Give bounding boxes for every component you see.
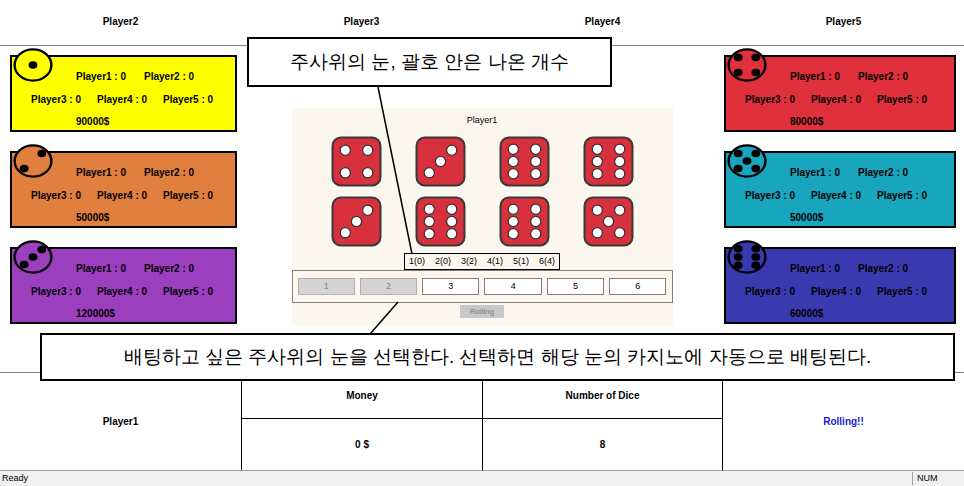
bet-label: Player4 : 0 [97,189,147,203]
bet-label: Player1 : 0 [790,166,840,180]
die-icon [330,136,383,187]
dice-value: 8 [483,419,722,470]
casino-money: 80000$ [726,115,954,129]
player-name: Player1 [0,373,241,470]
bet-button[interactable]: 1 [298,278,355,295]
die-icon [330,196,383,247]
bet-label: Player3 : 0 [31,93,81,107]
bet-button[interactable]: 5 [547,278,604,295]
bet-label: Player3 : 0 [745,189,795,203]
bet-label: Player2 : 0 [858,262,908,276]
num-indicator: NUM [912,472,964,486]
bet-label: Player4 : 0 [811,93,861,107]
bet-row: Player3 : 0 Player4 : 0 Player5 : 0 [726,189,954,203]
casino-die-icon [727,48,767,82]
count-label: 4(1) [487,254,503,269]
casino-card: Player1 : 0 Player2 : 0 Player3 : 0 Player4… [724,55,956,132]
opponent-label: Player5 [723,0,964,45]
casino-card: Player1 : 0 Player2 : 0 Player3 : 0 Player4… [10,151,237,228]
casino-money: 120000$ [12,307,235,321]
bet-label: Player4 : 0 [97,285,147,299]
casino-money: 50000$ [12,211,235,225]
opponent-label: Player2 [0,0,241,45]
casino-die-icon [13,48,53,82]
die-icon [582,136,635,187]
bet-label: Player1 : 0 [76,70,126,84]
bet-row: Player3 : 0 Player4 : 0 Player5 : 0 [12,285,235,299]
bet-label: Player2 : 0 [144,262,194,276]
dice-cell: Number of Dice8 [482,373,723,470]
casino-card: Player1 : 0 Player2 : 0 Player3 : 0 Player4… [10,247,237,324]
bet-label: Player2 : 0 [144,70,194,84]
bet-label: Player1 : 0 [76,262,126,276]
casino-die-icon [727,144,767,178]
casino-money: 90000$ [12,115,235,129]
die-icon [414,196,467,247]
status-text: Ready [0,472,28,486]
casino-money: 50000$ [726,211,954,225]
dice-counts: 1(0) 2(0) 3(2) 4(1) 5(1) 6(4) [404,253,560,270]
bet-buttons: 123456 [292,270,673,303]
bet-row: Player3 : 0 Player4 : 0 Player5 : 0 [726,285,954,299]
casino-card: Player1 : 0 Player2 : 0 Player3 : 0 Player4… [724,247,956,324]
bet-label: Player5 : 0 [163,93,213,107]
board-title: Player1 [467,114,498,126]
right-casinos: Player1 : 0 Player2 : 0 Player3 : 0 Player4… [724,46,964,372]
casino-money: 60000$ [726,307,954,321]
bet-label: Player3 : 0 [31,285,81,299]
bet-row: Player3 : 0 Player4 : 0 Player5 : 0 [12,93,235,107]
left-casinos: Player1 : 0 Player2 : 0 Player3 : 0 Player4… [0,46,240,372]
bet-label: Player1 : 0 [76,166,126,180]
count-label: 6(4) [539,254,555,269]
bet-label: Player5 : 0 [163,285,213,299]
bet-button[interactable]: 6 [609,278,666,295]
bet-row: Player3 : 0 Player4 : 0 Player5 : 0 [726,93,954,107]
bet-label: Player4 : 0 [811,189,861,203]
bet-label: Player1 : 0 [790,262,840,276]
bet-label: Player5 : 0 [163,189,213,203]
dice-grid [330,136,635,247]
die-icon [582,196,635,247]
bet-label: Player2 : 0 [858,166,908,180]
casino-card: Player1 : 0 Player2 : 0 Player3 : 0 Player4… [10,55,237,132]
bet-label: Player3 : 0 [31,189,81,203]
bet-label: Player4 : 0 [97,93,147,107]
bet-label: Player2 : 0 [144,166,194,180]
info-bar: Player1Money0 $Number of Dice8Rolling!! [0,372,964,470]
money-cell: Money0 $ [241,373,482,470]
turn-status: Rolling!! [723,373,964,470]
bet-label: Player2 : 0 [858,70,908,84]
casino-die-icon [727,240,767,274]
dice-board: Player11(0)2(0)3(2)4(1)5(1)6(4)123456Rol… [292,108,673,325]
money-value: 0 $ [242,419,482,470]
count-label: 2(0) [435,254,451,269]
game-window: Player2Player3Player4Player5Player1 : 0P… [0,0,964,486]
bet-button[interactable]: 3 [422,278,479,295]
count-label: 3(2) [461,254,477,269]
die-icon [498,196,551,247]
casino-card: Player1 : 0 Player2 : 0 Player3 : 0 Player4… [724,151,956,228]
die-icon [498,136,551,187]
count-label: 5(1) [513,254,529,269]
roll-button[interactable]: Rolling [460,305,504,318]
die-icon [414,136,467,187]
table-area: Player1 : 0 Player2 : 0 Player3 : 0 Player4… [0,46,964,372]
bet-label: Player3 : 0 [745,285,795,299]
bet-button[interactable]: 2 [360,278,417,295]
bet-label: Player5 : 0 [877,285,927,299]
bet-label: Player3 : 0 [745,93,795,107]
bet-label: Player5 : 0 [877,189,927,203]
bet-label: Player5 : 0 [877,93,927,107]
bet-label: Player1 : 0 [790,70,840,84]
callout: 주사위의 눈, 괄호 안은 나온 개수 [247,37,612,87]
bet-label: Player4 : 0 [811,285,861,299]
callout: 배팅하고 싶은 주사위의 눈을 선택한다. 선택하면 해당 눈의 카지노에 자동… [40,333,955,381]
casino-die-icon [13,144,53,178]
count-label: 1(0) [409,254,425,269]
bet-row: Player3 : 0 Player4 : 0 Player5 : 0 [12,189,235,203]
bet-button[interactable]: 4 [484,278,541,295]
status-bar: Ready NUM [0,470,964,486]
casino-die-icon [13,240,53,274]
